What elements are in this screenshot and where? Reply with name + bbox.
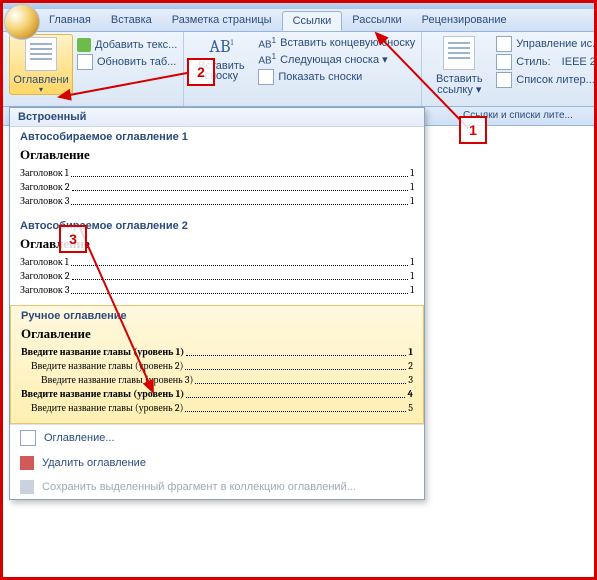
- tab-review[interactable]: Рецензирование: [412, 11, 517, 29]
- callout-3: 3: [59, 225, 87, 253]
- tab-layout[interactable]: Разметка страницы: [162, 11, 282, 29]
- group-citations: Вставить ссылку ▾ Управление ис... Стиль…: [422, 32, 597, 106]
- bibliography-button[interactable]: Список литер...: [496, 72, 597, 88]
- toc-row: Введите название главы (уровень 3)3: [21, 373, 413, 387]
- app-frame: Главная Вставка Разметка страницы Ссылки…: [0, 0, 597, 580]
- ab-small-icon: AB1: [258, 36, 276, 50]
- save-icon: [20, 480, 34, 494]
- ab-icon: AB: [209, 36, 230, 57]
- toc-row: Заголовок 11: [20, 255, 414, 269]
- insert-citation-button[interactable]: Вставить ссылку ▾: [428, 34, 490, 96]
- remove-toc-button[interactable]: Удалить оглавление: [10, 451, 424, 475]
- update-table-button[interactable]: Обновить таб...: [77, 54, 177, 70]
- callout-2: 2: [187, 58, 215, 86]
- toc-gallery: Встроенный Автособираемое оглавление 1 О…: [9, 107, 425, 500]
- show-icon: [258, 69, 274, 85]
- toc-icon: [25, 37, 57, 71]
- tab-home[interactable]: Главная: [39, 11, 101, 29]
- ribbon-tabs: Главная Вставка Разметка страницы Ссылки…: [3, 9, 594, 32]
- manage-icon: [496, 36, 512, 52]
- gallery-item-manual[interactable]: Ручное оглавление Оглавление Введите наз…: [10, 305, 424, 424]
- show-footnotes-button[interactable]: Показать сноски: [258, 69, 415, 85]
- ribbon: Оглавлени ▾ Добавить текс... Обновить та…: [3, 32, 594, 107]
- plus-icon: [77, 38, 91, 52]
- doc-icon: [20, 430, 36, 446]
- next-footnote-button[interactable]: AB1Следующая сноска ▾: [258, 52, 415, 66]
- toc-row: Введите название главы (уровень 2)2: [21, 359, 413, 373]
- toc-row: Введите название главы (уровень 1)1: [21, 345, 413, 359]
- toc-row: Заголовок 31: [20, 283, 414, 297]
- custom-toc-button[interactable]: Оглавление...: [10, 425, 424, 451]
- manage-sources-button[interactable]: Управление ис...: [496, 36, 597, 52]
- office-button[interactable]: [4, 4, 40, 40]
- toc-dropdown-icon: ▾: [39, 85, 43, 94]
- ab-next-icon: AB1: [258, 52, 276, 66]
- toc-preview: Заголовок 11Заголовок 21Заголовок 31: [20, 166, 414, 208]
- toc-row: Заголовок 11: [20, 166, 414, 180]
- toc-row: Заголовок 21: [20, 269, 414, 283]
- save-selection-button: Сохранить выделенный фрагмент в коллекци…: [10, 475, 424, 499]
- tab-insert[interactable]: Вставка: [101, 11, 162, 29]
- biblio-icon: [496, 72, 512, 88]
- callout-1: 1: [459, 116, 487, 144]
- toc-row: Введите название главы (уровень 1)4: [21, 387, 413, 401]
- group-footnotes: AB1 Вставить сноску AB1Вставить концевую…: [184, 32, 422, 106]
- toc-preview: Введите название главы (уровень 1)1Введи…: [21, 345, 413, 415]
- toc-preview: Заголовок 11Заголовок 21Заголовок 31: [20, 255, 414, 297]
- tab-mailings[interactable]: Рассылки: [342, 11, 411, 29]
- tab-references[interactable]: Ссылки: [282, 11, 343, 31]
- style-icon: [496, 54, 512, 70]
- refresh-icon: [77, 54, 93, 70]
- toc-row: Заголовок 31: [20, 194, 414, 208]
- gallery-section-builtin: Встроенный: [10, 108, 424, 127]
- toc-row: Введите название главы (уровень 2)5: [21, 401, 413, 415]
- toc-button[interactable]: Оглавлени ▾: [9, 34, 73, 95]
- group-toc: Оглавлени ▾ Добавить текс... Обновить та…: [3, 32, 184, 106]
- remove-icon: [20, 456, 34, 470]
- insert-endnote-button[interactable]: AB1Вставить концевую сноску: [258, 36, 415, 50]
- toc-row: Заголовок 21: [20, 180, 414, 194]
- citation-icon: [443, 36, 475, 70]
- add-text-button[interactable]: Добавить текс...: [77, 38, 177, 52]
- gallery-item-auto1[interactable]: Автособираемое оглавление 1 Оглавление З…: [10, 127, 424, 216]
- style-picker[interactable]: Стиль: IEEE 20: [496, 54, 597, 70]
